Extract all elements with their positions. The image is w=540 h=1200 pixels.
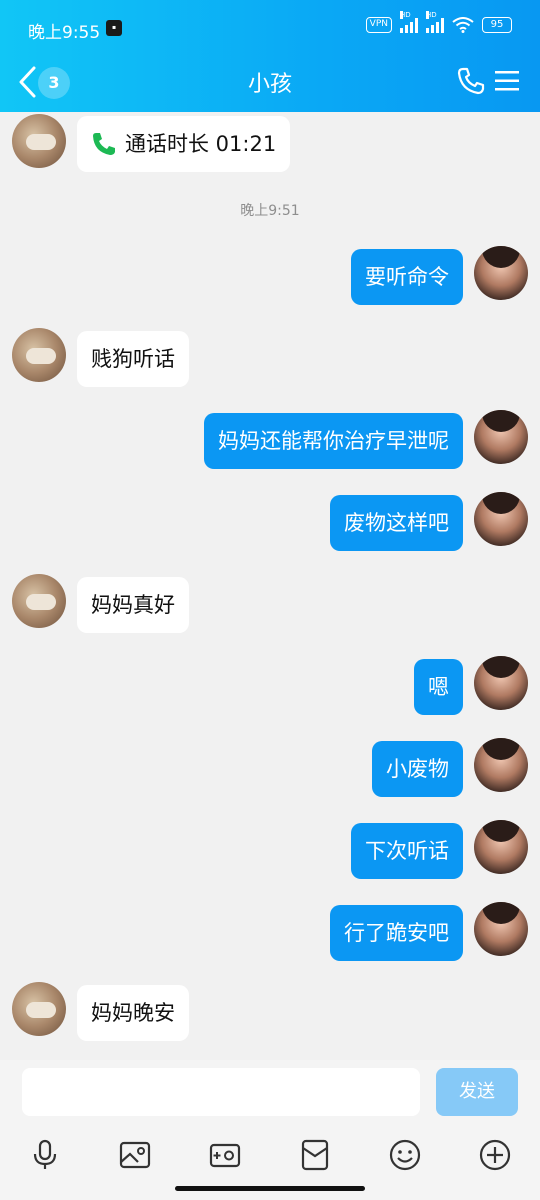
message-bubble-other[interactable]: 妈妈晚安 xyxy=(77,985,189,1041)
message-bubble-self[interactable]: 下次听话 xyxy=(351,823,463,879)
message-bubble-self[interactable]: 废物这样吧 xyxy=(330,495,463,551)
signal-icon-2: HD xyxy=(426,11,444,33)
message-bubble-self[interactable]: 妈妈还能帮你治疗早泄呢 xyxy=(204,413,463,469)
self-avatar[interactable] xyxy=(474,902,528,956)
input-bar: 发送 xyxy=(0,1060,540,1200)
nav-row: 3 小孩 xyxy=(0,58,540,108)
camera-icon[interactable] xyxy=(208,1138,242,1172)
contact-avatar[interactable] xyxy=(12,982,66,1036)
vpn-icon: VPN xyxy=(365,17,392,33)
message-bubble-other[interactable]: 妈妈真好 xyxy=(77,577,189,633)
contact-avatar[interactable] xyxy=(12,574,66,628)
message-input[interactable] xyxy=(22,1068,420,1116)
battery-icon: 95 xyxy=(482,17,512,33)
call-duration-text: 通话时长 01:21 xyxy=(125,132,277,156)
message-bubble-self[interactable]: 嗯 xyxy=(414,659,463,715)
message-bubble-self[interactable]: 小废物 xyxy=(372,741,463,797)
timestamp: 晚上9:51 xyxy=(240,203,300,219)
menu-icon[interactable] xyxy=(494,68,520,94)
call-record-bubble[interactable]: 通话时长 01:21 xyxy=(77,116,291,172)
microphone-icon[interactable] xyxy=(28,1138,62,1172)
signal-icon: HD xyxy=(400,11,418,33)
status-bar: 晚上9:55 ▪ VPN HD HD 95 xyxy=(0,0,540,58)
self-avatar[interactable] xyxy=(474,738,528,792)
contact-avatar[interactable] xyxy=(12,328,66,382)
status-icons: VPN HD HD 95 xyxy=(365,11,512,33)
top-bar: 晚上9:55 ▪ VPN HD HD 95 3 小孩 xyxy=(0,0,540,112)
plus-icon[interactable] xyxy=(478,1138,512,1172)
message-bubble-other[interactable]: 贱狗听话 xyxy=(77,331,189,387)
wifi-icon xyxy=(452,17,474,33)
notification-icon: ▪ xyxy=(106,20,122,36)
message-bubble-self[interactable]: 要听命令 xyxy=(351,249,463,305)
image-icon[interactable] xyxy=(118,1138,152,1172)
toolbar xyxy=(0,1132,540,1178)
message-list[interactable]: 通话时长 01:21 晚上9:51 要听命令 贱狗听话 妈妈还能帮你治疗早泄呢 … xyxy=(0,112,540,1060)
self-avatar[interactable] xyxy=(474,492,528,546)
emoji-icon[interactable] xyxy=(388,1138,422,1172)
status-time: 晚上9:55 xyxy=(28,23,101,43)
contact-avatar[interactable] xyxy=(12,114,66,168)
call-icon xyxy=(93,133,115,155)
self-avatar[interactable] xyxy=(474,246,528,300)
self-avatar[interactable] xyxy=(474,410,528,464)
self-avatar[interactable] xyxy=(474,656,528,710)
home-indicator[interactable] xyxy=(175,1186,365,1191)
send-button[interactable]: 发送 xyxy=(436,1068,518,1116)
self-avatar[interactable] xyxy=(474,820,528,874)
phone-icon[interactable] xyxy=(456,66,486,96)
red-packet-icon[interactable] xyxy=(298,1138,332,1172)
message-bubble-self[interactable]: 行了跪安吧 xyxy=(330,905,463,961)
